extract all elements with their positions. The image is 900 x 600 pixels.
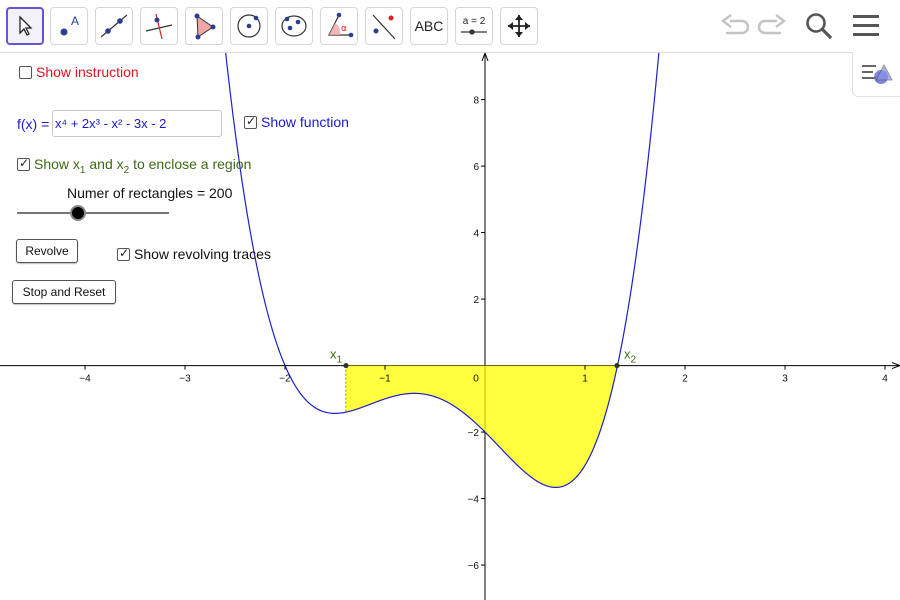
y-tick-label: 2 [473, 295, 479, 306]
x1-subscript: 1 [337, 355, 343, 366]
show-region-label-pre: Show x [34, 156, 80, 172]
show-region-label: Show x1 and x2 to enclose a region [34, 156, 251, 176]
stylebar-toggle-button[interactable] [852, 52, 900, 97]
move-tool-button[interactable] [6, 7, 44, 45]
x-tick-label: 3 [782, 374, 788, 385]
slider-tool-button[interactable]: a = 2 [455, 7, 493, 45]
rectangles-slider-track[interactable] [17, 212, 169, 214]
angle-glyph: α [341, 24, 347, 34]
region-endpoints: x1 x2 [330, 347, 637, 369]
y-tick-label: −4 [468, 495, 480, 506]
line-tool-button[interactable] [95, 7, 133, 45]
x-tick-label: −4 [79, 374, 91, 385]
move-arrows-icon [508, 15, 530, 37]
x2-label: x2 [624, 347, 637, 366]
menu-icon [853, 15, 879, 36]
redo-button[interactable] [755, 10, 789, 42]
text-tool-label: ABC [414, 18, 444, 34]
point-icon: A [60, 14, 79, 36]
x1-label: x1 [330, 347, 343, 366]
x-tick-label: 0 [473, 374, 479, 385]
slider-icon: a = 2 [461, 16, 487, 35]
x2-subscript: 2 [631, 355, 637, 366]
show-region-checkbox[interactable]: ✓ [17, 156, 30, 171]
text-tool-button[interactable]: ABC [410, 7, 448, 45]
undo-button[interactable] [718, 10, 752, 42]
perpendicular-tool-button[interactable] [140, 7, 178, 45]
y-tick-label: 6 [473, 162, 479, 173]
show-function-label: Show function [261, 114, 349, 130]
x-tick-label: −3 [179, 374, 191, 385]
rectangles-label: Numer of rectangles = 200 [67, 185, 233, 201]
show-traces-checkbox[interactable]: ✓ [117, 246, 130, 261]
stop-reset-button[interactable]: Stop and Reset [12, 280, 116, 304]
undo-icon [720, 14, 750, 35]
polygon-tool-button[interactable] [185, 7, 223, 45]
conic-icon [281, 15, 307, 37]
function-input-value: x⁴ + 2x³ - x² - 3x - 2 [55, 116, 167, 131]
y-tick-label: −6 [468, 561, 480, 572]
toolbar: A α ABC a = 2 [0, 0, 900, 53]
perpendicular-icon [145, 13, 173, 40]
fx-label: f(x) = [17, 116, 50, 132]
x-tick-label: −2 [279, 374, 291, 385]
rectangles-slider-thumb[interactable] [70, 205, 86, 221]
point-glyph: A [71, 14, 79, 28]
line-icon [100, 14, 128, 38]
angle-icon: α [328, 12, 354, 38]
check-mark: ✓ [19, 156, 30, 170]
x2-point [614, 362, 620, 369]
x-tick-label: −1 [379, 374, 391, 385]
circle-icon [237, 14, 261, 38]
show-region-label-post: to enclose a region [129, 156, 252, 172]
reflect-tool-button[interactable] [365, 7, 403, 45]
point-tool-button[interactable]: A [50, 7, 88, 45]
stylebar-toggle-icon [862, 64, 893, 84]
x-tick-label: 1 [582, 374, 588, 385]
menu-button[interactable] [849, 10, 883, 42]
show-instruction-checkbox[interactable] [19, 66, 32, 79]
pointer-icon [19, 15, 33, 36]
move-graphics-tool-button[interactable] [500, 7, 538, 45]
reflect-icon [372, 14, 396, 40]
show-traces-label: Show revolving traces [134, 246, 271, 262]
show-instruction-label: Show instruction [36, 64, 139, 80]
x-tick-label: 2 [682, 374, 688, 385]
conic-tool-button[interactable] [275, 7, 313, 45]
check-mark: ✓ [119, 246, 130, 260]
y-tick-label: −2 [468, 428, 480, 439]
function-input[interactable]: x⁴ + 2x³ - x² - 3x - 2 [52, 110, 222, 137]
x1-point [343, 362, 349, 369]
circle-tool-button[interactable] [230, 7, 268, 45]
polygon-icon [194, 13, 216, 40]
y-tick-label: 8 [473, 96, 479, 107]
search-button[interactable] [802, 10, 836, 42]
check-mark: ✓ [246, 114, 257, 128]
redo-icon [757, 14, 787, 35]
slider-tool-label: a = 2 [463, 16, 486, 27]
x-tick-label: 4 [882, 374, 888, 385]
angle-tool-button[interactable]: α [320, 7, 358, 45]
show-region-label-mid: and x [85, 156, 124, 172]
revolve-button[interactable]: Revolve [16, 239, 78, 263]
show-function-checkbox[interactable]: ✓ [244, 114, 257, 129]
y-tick-label: 4 [473, 229, 479, 240]
search-icon [806, 13, 833, 40]
